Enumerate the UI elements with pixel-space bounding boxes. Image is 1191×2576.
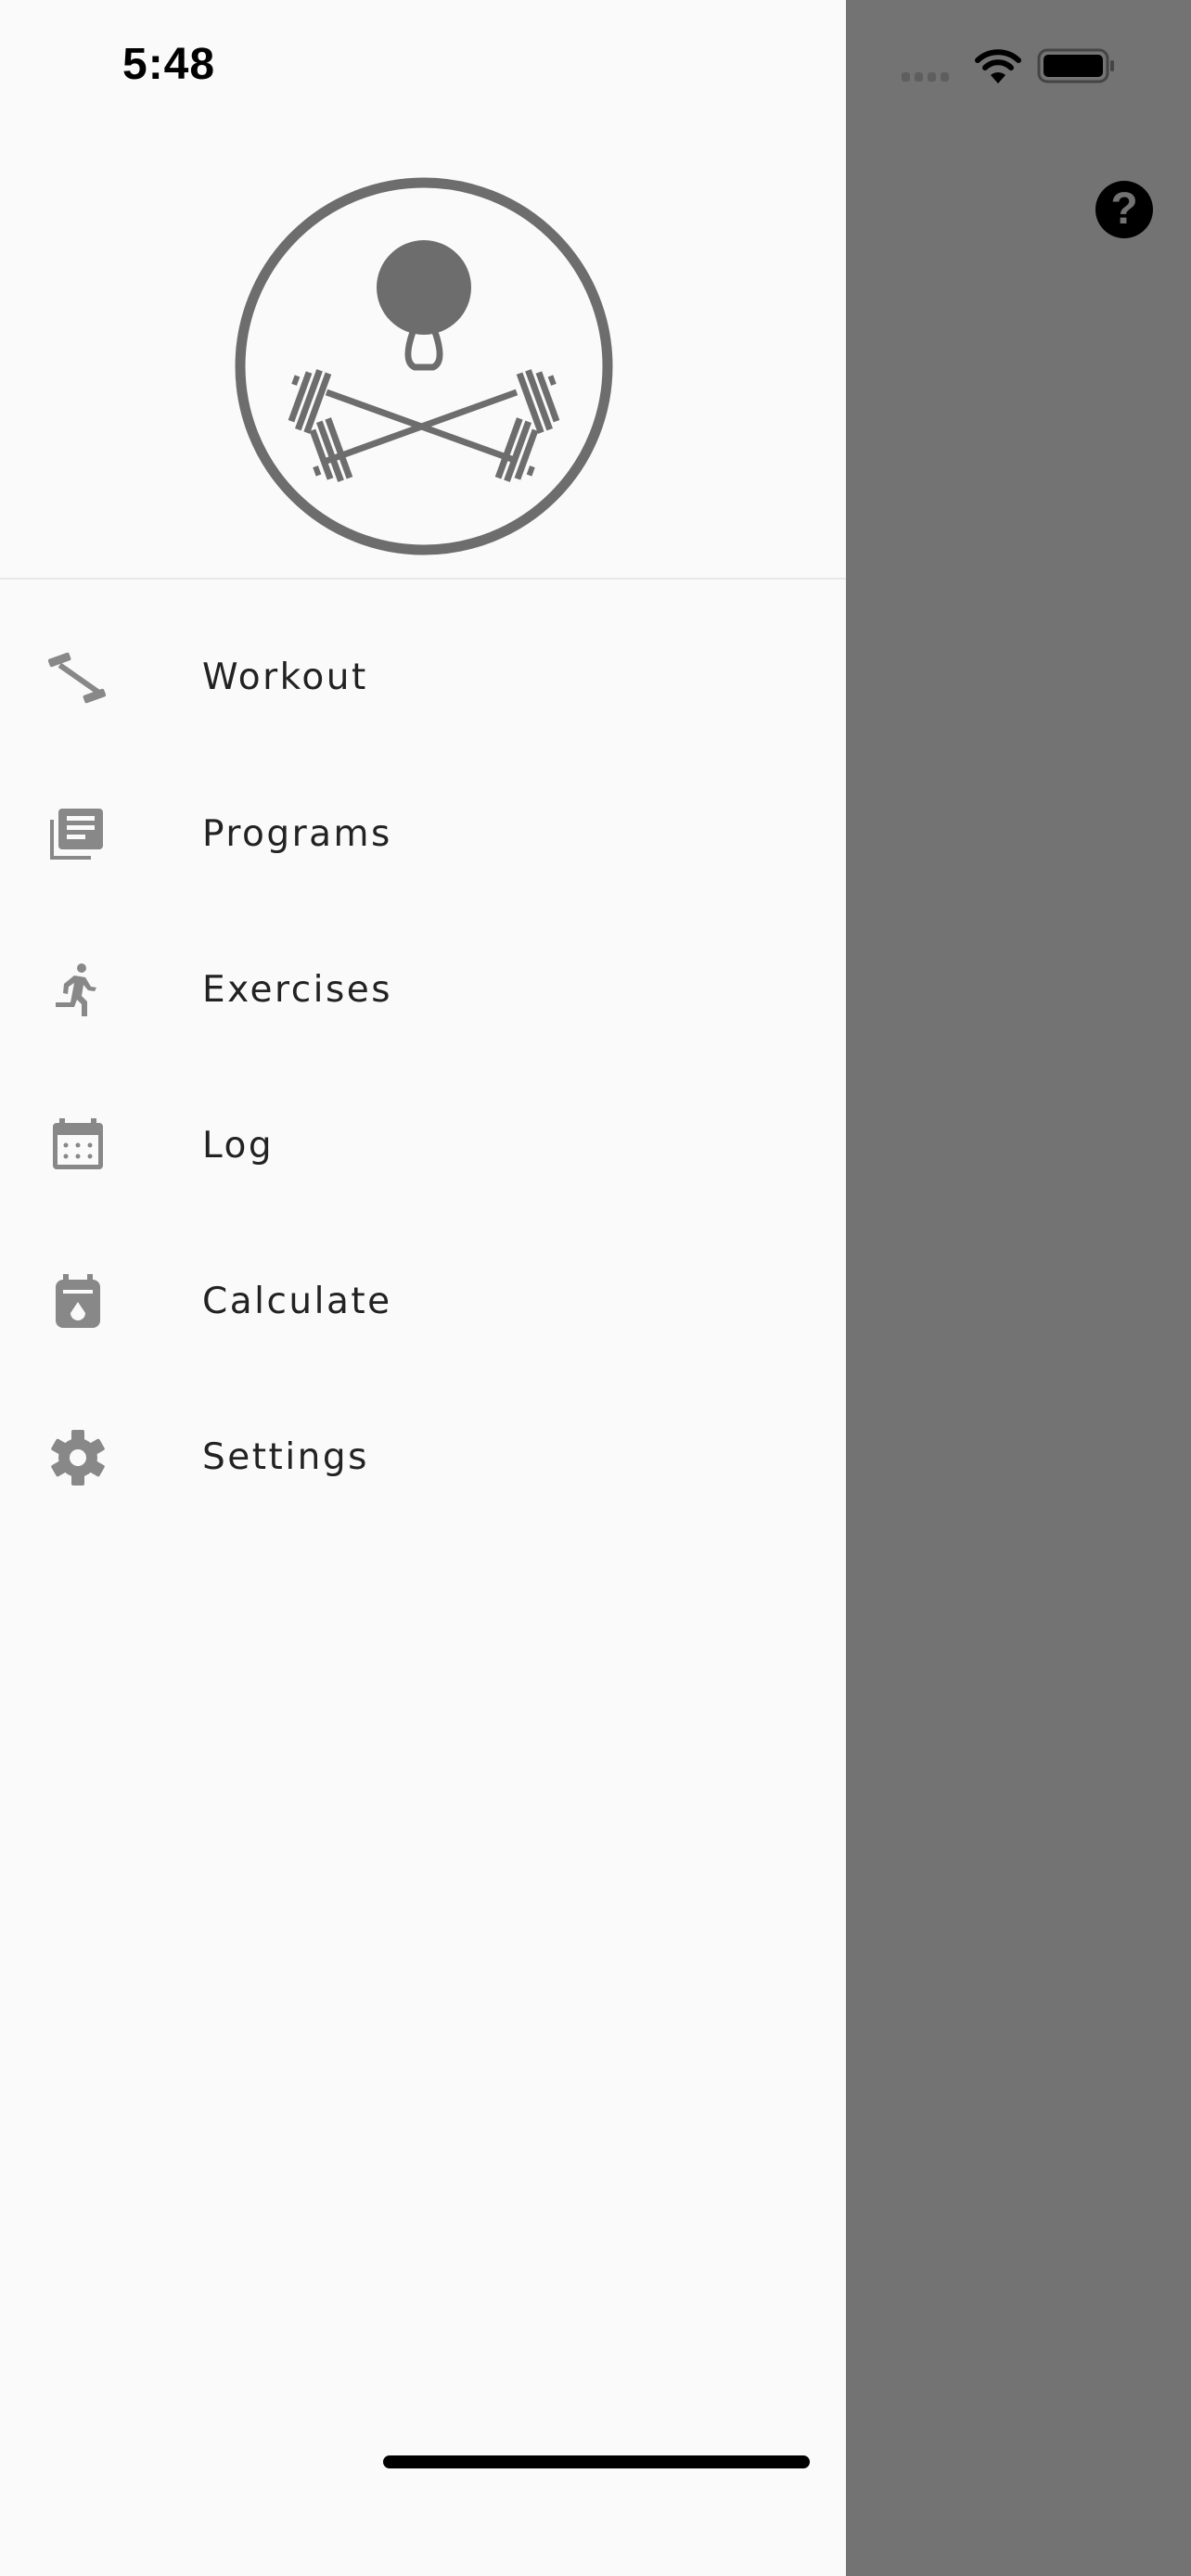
help-icon[interactable]: ? [1095,181,1153,238]
drawer-item-label: Log [202,1125,275,1167]
running-person-icon [56,963,96,1016]
navigation-drawer: 5:48 Workout Programs Exercises Log Calc… [0,0,846,2576]
drawer-item-settings[interactable]: Settings [0,1388,846,1527]
drawer-scrim[interactable] [846,0,1191,2576]
library-books-icon [50,809,103,860]
cellular-signal-icon [902,72,949,82]
drawer-item-label: Calculate [202,1281,392,1322]
status-time: 5:48 [122,40,216,89]
app-logo [235,177,613,555]
drawer-item-label: Programs [202,813,392,855]
barbell-icon [47,652,107,704]
drawer-item-programs[interactable]: Programs [0,765,846,904]
drawer-item-calculate[interactable]: Calculate [0,1232,846,1371]
home-indicator[interactable] [383,2455,810,2468]
calculator-icon [56,1274,100,1328]
drawer-item-label: Exercises [202,969,393,1011]
calendar-icon [53,1118,103,1169]
drawer-divider [0,578,846,580]
drawer-item-workout[interactable]: Workout [0,608,846,747]
wifi-icon [975,49,1021,83]
drawer-item-label: Workout [202,657,368,698]
drawer-item-label: Settings [202,1436,369,1478]
drawer-item-log[interactable]: Log [0,1077,846,1216]
battery-icon [1037,48,1114,83]
drawer-item-exercises[interactable]: Exercises [0,921,846,1060]
gear-icon [51,1430,105,1486]
